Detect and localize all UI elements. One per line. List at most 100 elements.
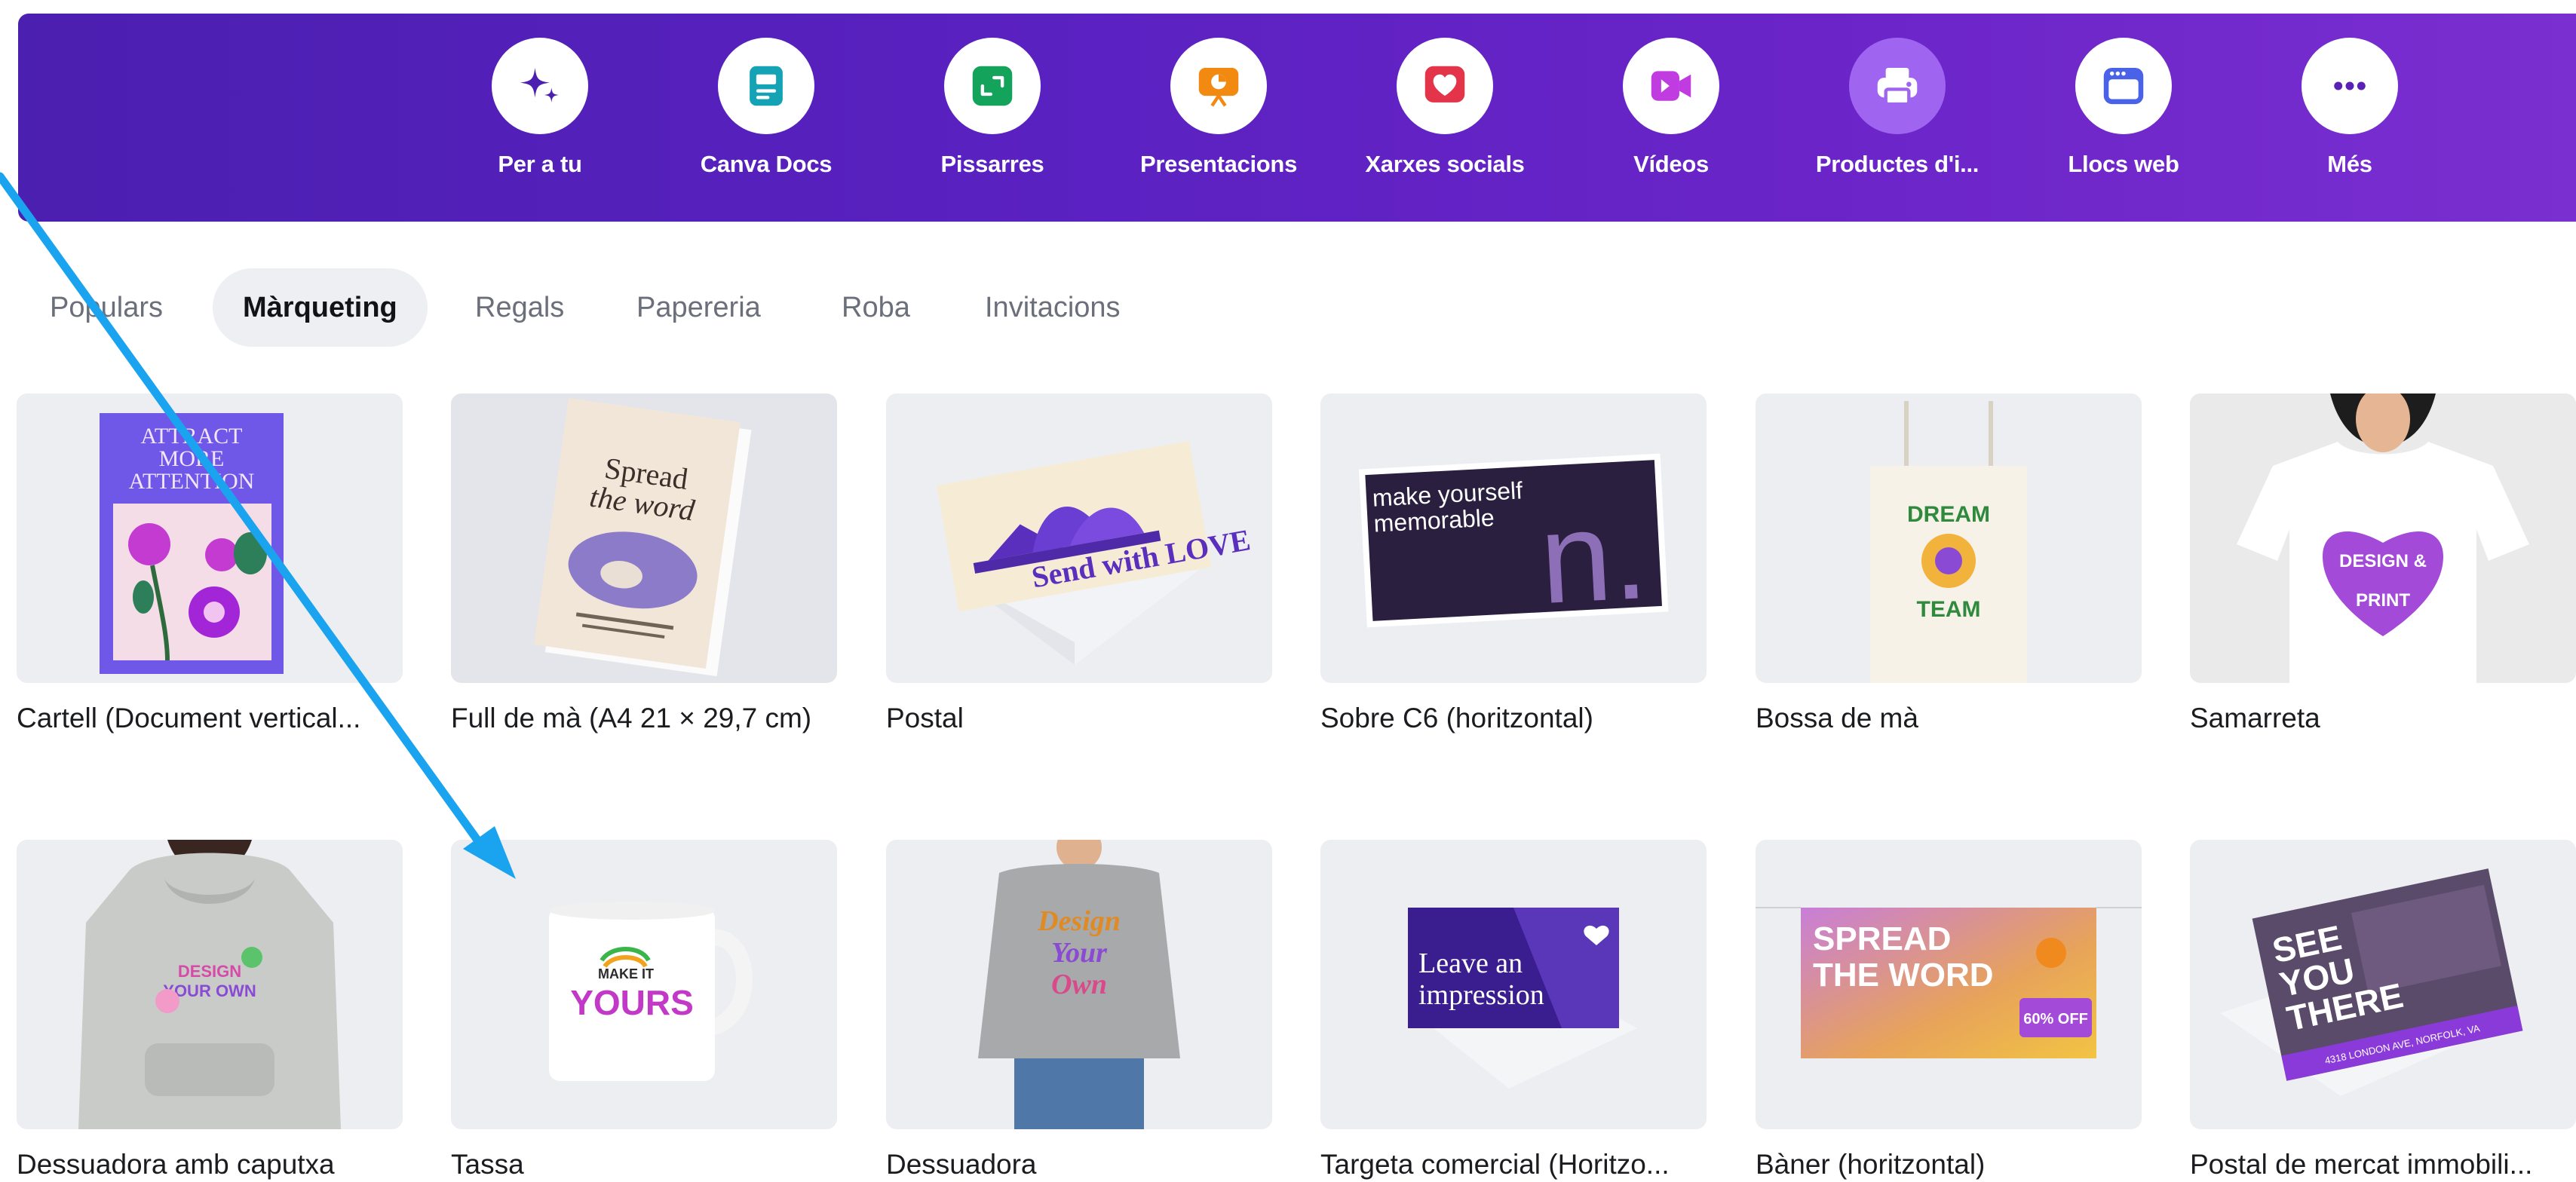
poster-text-2: MORE: [159, 446, 225, 471]
card-thumbnail: Leave an impression: [1320, 840, 1707, 1129]
card-title: Bossa de mà: [1756, 703, 1918, 733]
subtab-stationery[interactable]: Papereria: [606, 268, 791, 347]
active-caret: [1881, 238, 1914, 255]
template-card-envelope[interactable]: make yourself memorable n. Sobre C6 (hor…: [1320, 393, 1707, 734]
card-title: Targeta comercial (Horitzo...: [1320, 1149, 1670, 1180]
template-card-sweatshirt[interactable]: Design Your Own Dessuadora: [886, 840, 1272, 1180]
card-title: Samarreta: [2190, 703, 2320, 733]
video-icon: [1651, 71, 1691, 101]
card-title: Cartell (Document vertical...: [17, 703, 361, 733]
subtab-invitations[interactable]: Invitacions: [955, 268, 1151, 347]
nav-circle-active: [1849, 38, 1946, 134]
category-nav-band: Per a tu Canva Docs Pissarres Presentaci…: [18, 14, 2576, 255]
card-thumbnail: Spread the word: [451, 393, 837, 683]
tshirt-preview: DESIGN & PRINT: [2190, 393, 2576, 683]
hoodie-preview: DESIGN YOUR OWN: [78, 840, 341, 1129]
sweatshirt-preview: Design Your Own: [978, 840, 1180, 1129]
nav-item-print-products[interactable]: Productes d'i...: [1799, 38, 1995, 255]
card-title: Postal de mercat immobili...: [2190, 1149, 2533, 1180]
mug-text-1: MAKE IT: [598, 966, 654, 981]
card-thumbnail: make yourself memorable n.: [1320, 393, 1707, 683]
poster-preview: ATTRACT MORE ATTENTION: [100, 413, 284, 674]
card-thumbnail: SPREAD THE WORD 60% OFF: [1756, 840, 2142, 1129]
flyer-preview: Spread the word: [451, 393, 837, 683]
subtab-gifts[interactable]: Regals: [445, 268, 594, 347]
hoodie-text-1: DESIGN: [178, 962, 241, 981]
nav-item-presentations[interactable]: Presentacions: [1121, 38, 1317, 178]
sweatshirt-text-3: Own: [1051, 969, 1107, 1000]
nav-item-canva-docs[interactable]: Canva Docs: [668, 38, 864, 178]
nav-item-social-media[interactable]: Xarxes socials: [1347, 38, 1543, 178]
presentation-icon: [1198, 67, 1239, 107]
poster-text-1: ATTRACT: [141, 424, 243, 449]
sweatshirt-text-2: Your: [1051, 937, 1108, 969]
template-card-poster[interactable]: ATTRACT MORE ATTENTION Cartell (Document…: [17, 393, 403, 734]
nav-label: Llocs web: [2068, 151, 2179, 177]
sparkle-icon: [520, 67, 560, 103]
card-title: Full de mà (A4 21 × 29,7 cm): [451, 703, 812, 733]
whiteboard-icon: [972, 66, 1013, 106]
mug-preview: MAKE IT YOURS: [549, 902, 753, 1081]
template-card-mug[interactable]: MAKE IT YOURS Tassa: [451, 840, 837, 1180]
card-title: Bàner (horitzontal): [1756, 1149, 1986, 1180]
heart-icon: [1424, 66, 1465, 103]
nav-circle: [718, 38, 814, 134]
more-icon: [2334, 81, 2366, 90]
nav-label: Canva Docs: [700, 151, 833, 177]
template-card-tote-bag[interactable]: DREAM TEAM Bossa de mà: [1756, 393, 2142, 734]
card-thumbnail: Send with LOVE: [886, 393, 1272, 683]
nav-label: Pissarres: [940, 151, 1044, 177]
tote-text-2: TEAM: [1917, 597, 1981, 622]
business-card-text-2: impression: [1418, 979, 1544, 1011]
template-card-postcard[interactable]: Send with LOVE Postal: [886, 393, 1272, 734]
nav-item-for-you[interactable]: Per a tu: [442, 38, 638, 178]
nav-label: Xarxes socials: [1365, 151, 1525, 177]
envelope-preview: make yourself memorable n.: [1358, 453, 1669, 631]
poster-text-3: ATTENTION: [129, 469, 255, 494]
subtab-popular[interactable]: Populars: [20, 268, 193, 347]
template-card-tshirt[interactable]: DESIGN & PRINT Samarreta: [2190, 393, 2576, 734]
card-title: Dessuadora: [886, 1149, 1037, 1180]
nav-label: Presentacions: [1139, 151, 1298, 177]
browser-icon: [2103, 67, 2144, 105]
card-title: Sobre C6 (horitzontal): [1320, 703, 1593, 733]
template-card-real-estate-postcard[interactable]: SEE YOU THERE 4318 LONDON AVE, NORFOLK, …: [2190, 840, 2576, 1180]
template-card-hoodie[interactable]: DESIGN YOUR OWN Dessuadora amb caputxa: [17, 840, 403, 1180]
nav-label: Productes d'i...: [1815, 151, 1980, 177]
template-card-banner[interactable]: SPREAD THE WORD 60% OFF Bàner (horitzont…: [1756, 840, 2142, 1180]
card-title: Postal: [886, 703, 964, 733]
card-thumbnail: DREAM TEAM: [1756, 393, 2142, 683]
nav-item-videos[interactable]: Vídeos: [1573, 38, 1769, 178]
card-thumbnail: MAKE IT YOURS: [451, 840, 837, 1129]
nav-label: Vídeos: [1633, 151, 1709, 177]
business-card-text-1: Leave an: [1418, 948, 1523, 979]
mug-text-2: YOURS: [570, 983, 694, 1022]
subtab-marketing[interactable]: Màrqueting: [213, 268, 428, 347]
nav-circle: [1397, 38, 1493, 134]
banner-text-2: THE WORD: [1813, 957, 1994, 994]
card-thumbnail: Design Your Own: [886, 840, 1272, 1129]
tote-text-1: DREAM: [1907, 502, 1990, 527]
nav-label: Més: [2327, 151, 2372, 177]
sweatshirt-text-1: Design: [1037, 905, 1121, 937]
subtab-clothing[interactable]: Roba: [811, 268, 940, 347]
document-icon: [750, 66, 783, 106]
nav-circle: [2302, 38, 2398, 134]
nav-item-whiteboards[interactable]: Pissarres: [894, 38, 1090, 178]
card-thumbnail: ATTRACT MORE ATTENTION: [17, 393, 403, 683]
nav-circle: [1170, 38, 1267, 134]
card-title: Dessuadora amb caputxa: [17, 1149, 335, 1180]
nav-circle: [944, 38, 1041, 134]
card-title: Tassa: [451, 1149, 524, 1180]
banner-text-1: SPREAD: [1813, 920, 1951, 957]
tote-bag-preview: DREAM TEAM: [1870, 401, 2027, 683]
nav-circle: [2075, 38, 2172, 134]
nav-item-websites[interactable]: Llocs web: [2026, 38, 2222, 178]
banner-badge: 60% OFF: [2023, 1011, 2088, 1027]
template-card-flyer[interactable]: Spread the word Full de mà (A4 21 × 29,7…: [451, 393, 837, 734]
nav-item-more[interactable]: Més: [2252, 38, 2448, 178]
template-card-business-card[interactable]: Leave an impression Targeta comercial (H…: [1320, 840, 1707, 1180]
nav-circle: [1623, 38, 1719, 134]
card-thumbnail: DESIGN YOUR OWN: [17, 840, 403, 1129]
real-estate-postcard-preview: SEE YOU THERE 4318 LONDON AVE, NORFOLK, …: [2220, 868, 2523, 1096]
